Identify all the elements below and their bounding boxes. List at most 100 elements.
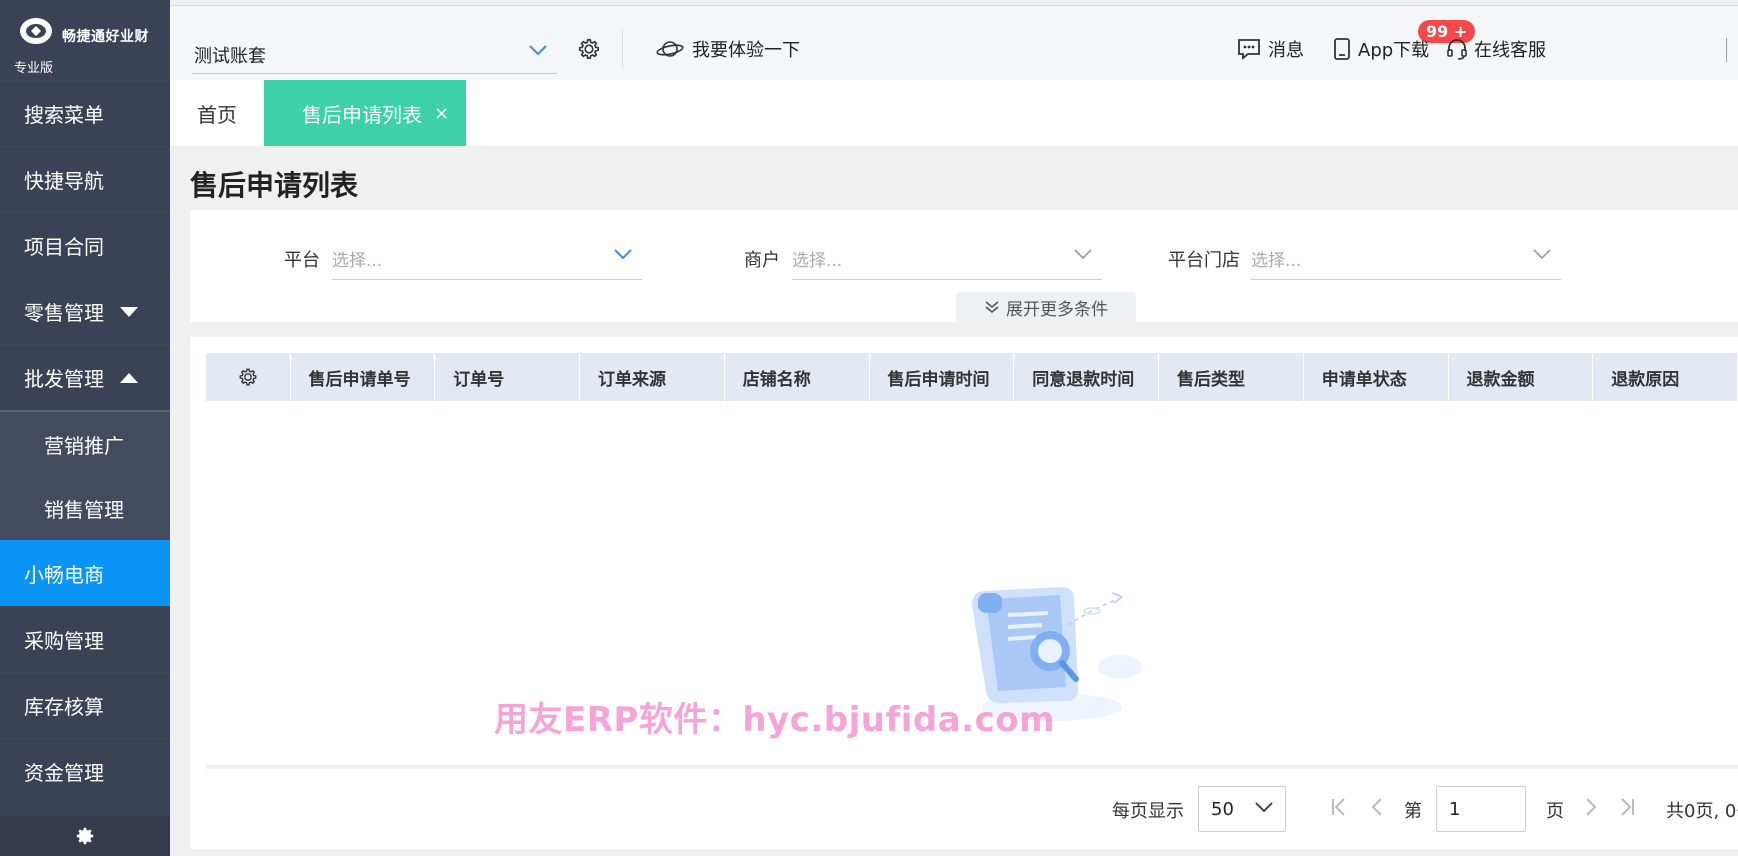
sidebar-settings-button[interactable]	[0, 816, 170, 856]
page-number-value: 1	[1449, 799, 1461, 820]
column-header-order-no[interactable]: 订单号	[435, 353, 581, 401]
merchant-select[interactable]: 选择...	[792, 236, 1102, 280]
header-divider	[622, 30, 623, 68]
brand-logo-icon	[20, 18, 52, 44]
per-page-value: 50	[1211, 799, 1234, 820]
sidebar-subitem-label: 销售管理	[44, 497, 124, 522]
first-page-icon[interactable]	[1330, 797, 1348, 817]
message-icon	[1238, 39, 1260, 60]
close-icon[interactable]: ×	[434, 103, 449, 124]
sidebar-submenu: 营销推广 销售管理	[0, 410, 170, 540]
tab-after-sales-list[interactable]: 售后申请列表 ×	[264, 80, 466, 146]
chevron-down-icon	[1533, 249, 1551, 260]
app-download-button[interactable]: App下载	[1332, 36, 1429, 62]
sidebar-item-funds[interactable]: 资金管理	[0, 738, 170, 804]
double-chevron-down-icon	[985, 301, 999, 314]
column-header-refund-approve-time[interactable]: 同意退款时间	[1014, 353, 1160, 401]
sidebar-item-retail[interactable]: 零售管理	[0, 278, 170, 344]
sidebar-item-purchase[interactable]: 采购管理	[0, 606, 170, 672]
sidebar-item-label: 小畅电商	[24, 563, 104, 587]
platform-select[interactable]: 选择...	[332, 236, 642, 280]
sidebar-item-label: 采购管理	[24, 629, 104, 653]
page-suffix: 页	[1546, 801, 1564, 822]
sidebar-item-inventory[interactable]: 库存核算	[0, 672, 170, 738]
planet-icon	[656, 41, 684, 57]
sidebar-item-quick-nav[interactable]: 快捷导航	[0, 146, 170, 212]
online-service-label: 在线客服	[1474, 40, 1546, 61]
pagination: 每页显示 50 第 1 页 共0页, 0条	[190, 777, 1738, 837]
try-it-label: 我要体验一下	[692, 40, 800, 61]
expand-more-filters-button[interactable]: 展开更多条件	[956, 292, 1136, 322]
brand-edition: 专业版	[14, 61, 54, 76]
sidebar-item-label: 快捷导航	[24, 169, 104, 193]
sidebar-item-search-menu[interactable]: 搜索菜单	[0, 80, 170, 146]
chevron-down-icon	[1074, 249, 1092, 260]
per-page-select[interactable]: 50	[1198, 786, 1286, 832]
settings-gear-icon[interactable]	[576, 36, 602, 62]
sidebar: 畅捷通好业财 专业版 搜索菜单 快捷导航 项目合同 零售管理 批发管理 营销推广…	[0, 0, 170, 856]
sidebar-subitem-marketing[interactable]: 营销推广	[0, 412, 170, 476]
app-download-label: App下载	[1358, 40, 1430, 61]
caret-up-icon	[120, 372, 138, 383]
sidebar-item-project-contract[interactable]: 项目合同	[0, 212, 170, 278]
platform-store-select[interactable]: 选择...	[1251, 236, 1561, 280]
sidebar-item-wholesale[interactable]: 批发管理	[0, 344, 170, 410]
sidebar-item-label: 项目合同	[24, 235, 104, 259]
account-select-value: 测试账套	[194, 46, 266, 67]
last-page-icon[interactable]	[1618, 797, 1636, 817]
brand: 畅捷通好业财 专业版	[0, 0, 170, 80]
tab-bar: 首页 售后申请列表 ×	[170, 80, 1738, 146]
column-header-order-source[interactable]: 订单来源	[580, 353, 725, 401]
gear-icon	[239, 368, 257, 386]
gear-icon	[76, 827, 94, 845]
column-header-apply-time[interactable]: 售后申请时间	[870, 353, 1015, 401]
merchant-label: 商户	[744, 250, 780, 271]
platform-store-label: 平台门店	[1168, 250, 1240, 271]
platform-label: 平台	[284, 250, 320, 271]
top-header: 测试账套 我要体验一下 消息 99 + App下载 在线客服	[170, 5, 1738, 80]
page-prefix: 第	[1404, 801, 1422, 822]
messages-button[interactable]: 消息	[1236, 36, 1304, 62]
column-header-after-sales-type[interactable]: 售后类型	[1159, 353, 1304, 401]
merchant-select-placeholder: 选择...	[792, 251, 843, 271]
filter-panel: 平台 选择... 商户 选择... 平台门店 选择... 展开更多条件	[190, 210, 1738, 322]
sidebar-item-label: 零售管理	[24, 301, 104, 325]
platform-select-placeholder: 选择...	[332, 251, 383, 271]
table-panel: 售后申请单号 订单号 订单来源 店铺名称 售后申请时间 同意退款时间 售后类型 …	[190, 337, 1738, 849]
sidebar-item-ecommerce[interactable]: 小畅电商	[0, 540, 170, 606]
sidebar-item-label: 搜索菜单	[24, 103, 104, 127]
sidebar-subitem-sales[interactable]: 销售管理	[0, 476, 170, 540]
watermark-text: 用友ERP软件：hyc.bjufida.com	[494, 700, 1056, 740]
column-settings-button[interactable]	[206, 353, 291, 401]
brand-name: 畅捷通好业财	[62, 29, 149, 45]
chevron-down-icon	[614, 249, 632, 260]
total-count: 共0页, 0条	[1666, 801, 1738, 822]
caret-down-icon	[120, 306, 138, 317]
chevron-down-icon	[529, 45, 547, 56]
sidebar-item-label: 资金管理	[24, 761, 104, 785]
chevron-down-icon	[1255, 802, 1273, 813]
sidebar-item-label: 库存核算	[24, 695, 104, 719]
table-footer-divider	[206, 765, 1738, 769]
next-page-icon[interactable]	[1584, 797, 1598, 817]
column-header-after-sales-no[interactable]: 售后申请单号	[291, 353, 436, 401]
messages-label: 消息	[1268, 40, 1304, 61]
headset-icon	[1447, 39, 1467, 60]
platform-store-select-placeholder: 选择...	[1251, 251, 1302, 271]
sidebar-subitem-label: 营销推广	[44, 433, 124, 458]
column-header-store-name[interactable]: 店铺名称	[725, 353, 870, 401]
page-number-input[interactable]: 1	[1436, 786, 1526, 832]
header-edge-divider	[1726, 38, 1727, 62]
column-header-refund-reason[interactable]: 退款原因	[1593, 353, 1738, 401]
prev-page-icon[interactable]	[1370, 797, 1384, 817]
tab-label: 售后申请列表	[302, 102, 422, 127]
online-service-button[interactable]: 在线客服	[1446, 36, 1546, 62]
app-root: 畅捷通好业财 专业版 搜索菜单 快捷导航 项目合同 零售管理 批发管理 营销推广…	[0, 0, 1738, 856]
sidebar-item-label: 批发管理	[24, 367, 104, 391]
column-header-refund-amount[interactable]: 退款金额	[1449, 353, 1594, 401]
account-select[interactable]: 测试账套	[192, 34, 557, 74]
tab-home[interactable]: 首页	[170, 80, 264, 146]
try-it-button[interactable]: 我要体验一下	[656, 36, 800, 62]
column-header-status[interactable]: 申请单状态	[1304, 353, 1449, 401]
phone-icon	[1334, 38, 1350, 60]
